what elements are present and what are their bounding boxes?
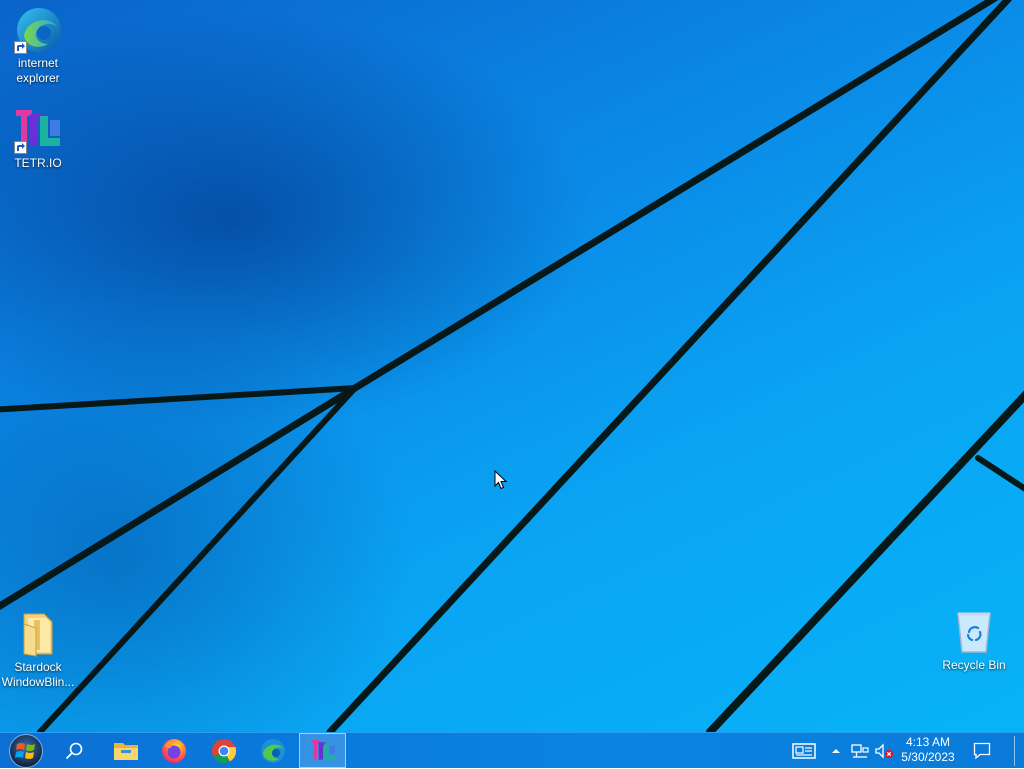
taskbar-tetrio[interactable] xyxy=(299,733,346,768)
chrome-icon xyxy=(212,738,237,763)
windows-start-icon xyxy=(9,733,43,768)
news-widget-icon xyxy=(792,742,816,759)
volume-muted-icon xyxy=(875,742,893,759)
show-desktop-button[interactable] xyxy=(1010,733,1018,768)
edge-icon xyxy=(261,738,285,763)
folder-icon xyxy=(14,610,62,658)
search-icon xyxy=(66,742,83,759)
desktop-icon-stardock-folder[interactable]: Stardock WindowBlin... xyxy=(0,610,76,690)
wallpaper-lines xyxy=(0,0,1024,732)
desktop[interactable]: internet explorer TETR.IO Stardock Windo… xyxy=(0,0,1024,732)
desktop-icon-label: TETR.IO xyxy=(14,156,62,170)
show-hidden-icons-button[interactable] xyxy=(828,733,844,768)
search-button[interactable] xyxy=(56,733,92,768)
show-desktop-divider xyxy=(1013,735,1015,766)
shortcut-arrow-icon xyxy=(14,41,27,54)
desktop-icon-label: Stardock WindowBlin... xyxy=(1,660,75,689)
desktop-icon-recycle-bin[interactable]: Recycle Bin xyxy=(936,608,1012,673)
news-widget-button[interactable] xyxy=(782,733,826,768)
network-button[interactable] xyxy=(848,733,872,768)
taskbar-edge[interactable] xyxy=(251,733,295,768)
show-hidden-icons-chevron xyxy=(832,748,840,753)
recycle-bin-icon xyxy=(950,608,998,656)
tetrio-icon xyxy=(310,739,335,760)
taskbar-firefox[interactable] xyxy=(152,733,196,768)
clock[interactable]: 4:13 AM 5/30/2023 xyxy=(894,733,962,768)
network-icon xyxy=(851,743,869,758)
shortcut-arrow-icon xyxy=(14,141,27,154)
mouse-cursor-icon xyxy=(494,470,508,490)
file-explorer-icon xyxy=(114,742,138,760)
action-center-icon xyxy=(973,742,991,759)
clock-date: 5/30/2023 xyxy=(901,750,955,764)
edge-icon xyxy=(14,6,62,54)
taskbar: 4:13 AM 5/30/2023 xyxy=(0,732,1024,768)
volume-button[interactable] xyxy=(872,733,896,768)
desktop-icon-tetrio[interactable]: TETR.IO xyxy=(0,106,76,171)
clock-time: 4:13 AM xyxy=(905,735,951,749)
tetrio-icon xyxy=(14,106,62,154)
desktop-icon-internet-explorer[interactable]: internet explorer xyxy=(0,6,76,86)
desktop-icon-label: internet explorer xyxy=(16,56,60,85)
desktop-icon-label: Recycle Bin xyxy=(942,658,1006,672)
taskbar-chrome[interactable] xyxy=(202,733,246,768)
taskbar-file-explorer[interactable] xyxy=(104,733,148,768)
action-center-button[interactable] xyxy=(966,733,998,768)
firefox-icon xyxy=(162,738,186,763)
start-button[interactable] xyxy=(4,733,48,768)
